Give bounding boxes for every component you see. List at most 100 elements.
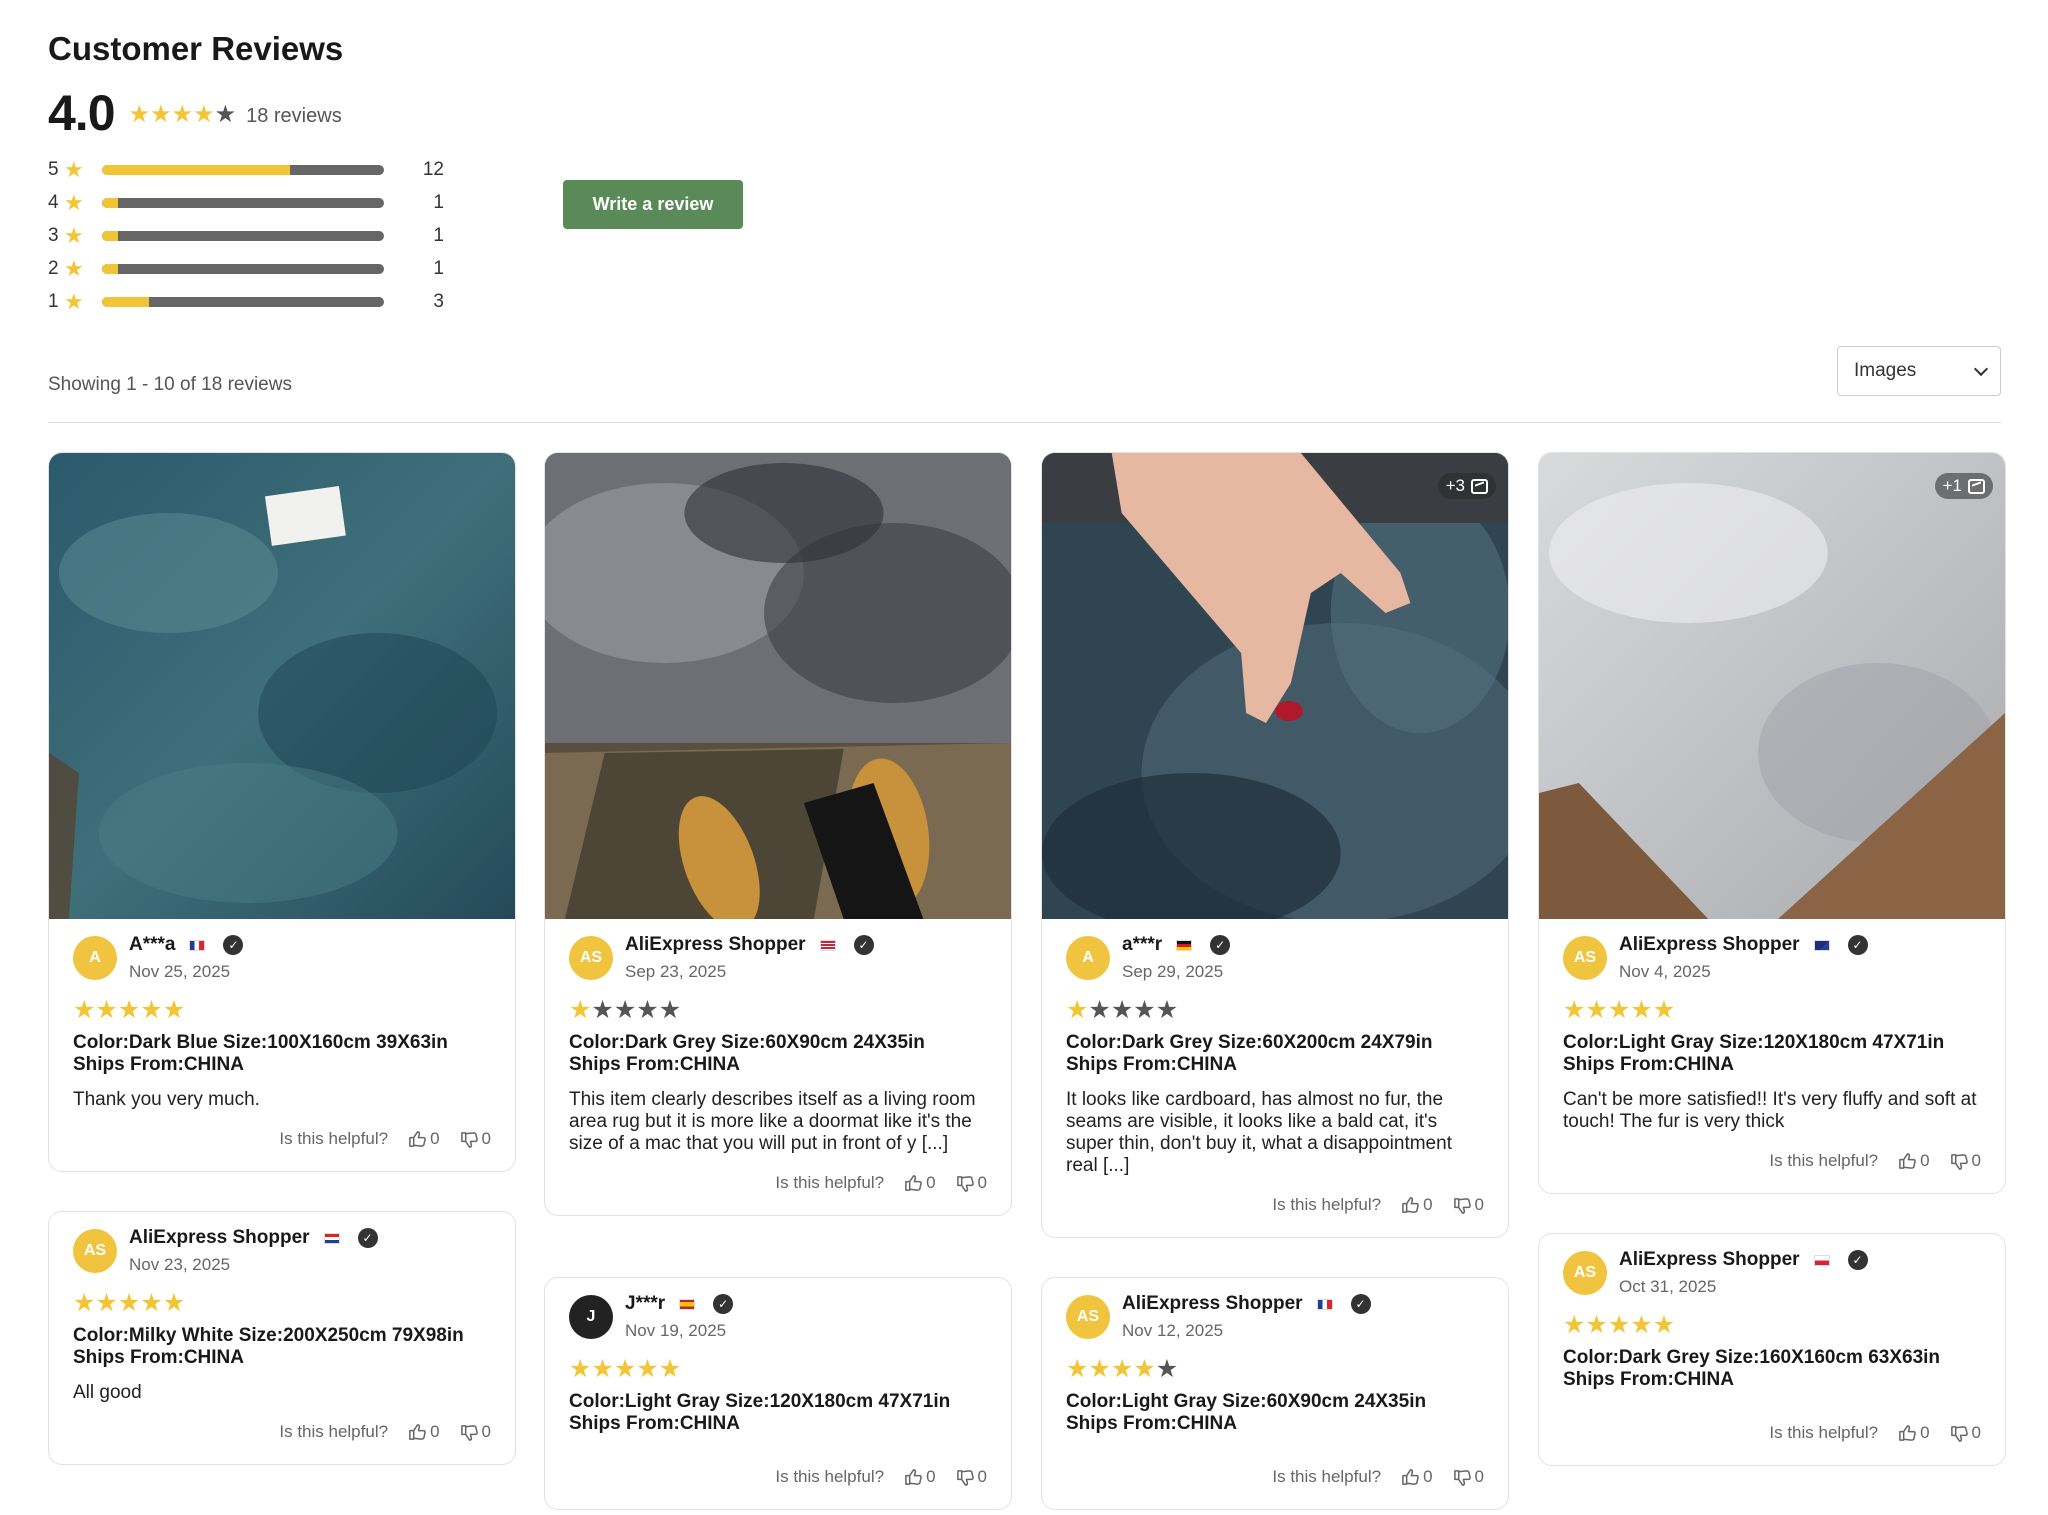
distribution-row[interactable]: 3 ★ 1 — [48, 219, 468, 252]
reviewer-name: AliExpress Shopper — [625, 934, 806, 955]
review-variant: Color:Light Gray Size:60X90cm 24X35in Shi… — [1066, 1391, 1484, 1435]
helpful-row: Is this helpful? 0 0 — [1066, 1195, 1484, 1215]
star-icon: ★ — [1607, 995, 1631, 1024]
helpful-no-count: 0 — [977, 1173, 987, 1192]
reviewer: AS AliExpress Shopper ✓ Nov 4, 2025 — [1563, 933, 1981, 982]
distribution-count: 12 — [422, 158, 444, 180]
helpful-no-button[interactable]: 0 — [956, 1173, 987, 1193]
reviewer: A A***a ✓ Nov 25, 2025 — [73, 933, 491, 982]
helpful-yes-button[interactable]: 0 — [1401, 1467, 1433, 1487]
helpful-yes-button[interactable]: 0 — [1898, 1423, 1930, 1443]
helpful-row: Is this helpful? 0 0 — [73, 1422, 491, 1442]
helpful-label: Is this helpful? — [1769, 1423, 1879, 1442]
ships-from: Ships From:CHINA — [1563, 1054, 1734, 1075]
reviewer-name-row: J***r ✓ — [625, 1292, 734, 1316]
distribution-bar — [102, 230, 384, 241]
distribution-label: 1 — [48, 290, 59, 312]
star-icon: ★ — [569, 995, 592, 1024]
review-stars: ★ ★ ★ ★ ★ — [1563, 995, 1981, 1024]
review-date: Oct 31, 2025 — [1619, 1277, 1717, 1296]
distribution-row[interactable]: 4 ★ 1 — [48, 186, 468, 219]
helpful-label: Is this helpful? — [775, 1173, 885, 1192]
helpful-no-button[interactable]: 0 — [1453, 1467, 1484, 1487]
average-score: 4.0 — [48, 85, 116, 141]
star-icon: ★ — [162, 1288, 186, 1317]
reviewer-info: AliExpress Shopper ✓ Sep 23, 2025 — [625, 933, 874, 982]
star-icon: ★ — [1066, 995, 1089, 1024]
thumbs-up-icon — [1402, 1196, 1419, 1213]
reviewer-name: AliExpress Shopper — [129, 1227, 310, 1248]
verified-check-icon: ✓ — [1847, 935, 1868, 955]
review-date: Nov 19, 2025 — [625, 1321, 727, 1340]
helpful-no-count: 0 — [1971, 1423, 1981, 1442]
review-photo[interactable] — [49, 453, 515, 919]
review-photo-image — [545, 453, 1011, 919]
reviewer-info: AliExpress Shopper ✓ Oct 31, 2025 — [1619, 1248, 1868, 1297]
distribution-row[interactable]: 1 ★ 3 — [48, 285, 468, 318]
reviewer-info: a***r ✓ Sep 29, 2025 — [1122, 933, 1231, 982]
helpful-yes-button[interactable]: 0 — [408, 1422, 440, 1442]
star-icon: ★ — [64, 156, 84, 182]
distribution-bar-fill — [102, 263, 118, 274]
write-review-button[interactable]: Write a review — [563, 180, 743, 229]
review-variant: Color:Light Gray Size:120X180cm 47X71in S… — [569, 1391, 987, 1435]
country-flag-icon — [1316, 1298, 1333, 1310]
review-photo[interactable]: +3 — [1042, 453, 1508, 919]
thumbs-up-icon — [409, 1130, 426, 1147]
thumbs-up-icon — [1899, 1152, 1916, 1169]
star-icon: ★ — [1155, 1354, 1179, 1383]
helpful-label: Is this helpful? — [279, 1422, 389, 1441]
verified-check-icon: ✓ — [1350, 1294, 1371, 1314]
helpful-yes-button[interactable]: 0 — [408, 1129, 440, 1149]
review-text: Can't be more satisfied!! It's very fluf… — [1563, 1089, 1977, 1132]
helpful-no-button[interactable]: 0 — [1453, 1195, 1484, 1215]
review-photo[interactable] — [545, 453, 1011, 919]
ships-from: Ships From:CHINA — [569, 1054, 740, 1075]
helpful-yes-button[interactable]: 0 — [904, 1173, 936, 1193]
variant-spec: Color:Light Gray Size:120X180cm 47X71in — [1563, 1032, 1945, 1053]
distribution-bar-fill — [102, 230, 118, 241]
helpful-no-button[interactable]: 0 — [460, 1422, 491, 1442]
country-flag-icon — [1176, 939, 1193, 951]
distribution-bar — [102, 197, 384, 208]
helpful-label: Is this helpful? — [775, 1467, 885, 1486]
helpful-row: Is this helpful? 0 0 — [1563, 1423, 1981, 1443]
review-stars: ★ ★ ★ ★ ★ — [1563, 1312, 1981, 1337]
helpful-no-button[interactable]: 0 — [956, 1467, 987, 1487]
distribution-row[interactable]: 5 ★ 12 — [48, 153, 468, 186]
helpful-no-button[interactable]: 0 — [1950, 1423, 1981, 1443]
helpful-yes-button[interactable]: 0 — [1401, 1195, 1433, 1215]
distribution-row[interactable]: 2 ★ 1 — [48, 252, 468, 285]
star-icon: ★ — [64, 255, 84, 281]
review-date: Nov 25, 2025 — [129, 962, 231, 981]
ships-from: Ships From:CHINA — [73, 1054, 244, 1075]
reviewer-name: AliExpress Shopper — [1122, 1293, 1303, 1314]
review-card: AS AliExpress Shopper ✓ Nov 23, 2025 ★ ★ ★ ★ ★ Co… — [48, 1211, 516, 1465]
review-photo-image — [49, 453, 515, 919]
star-icon: ★ — [1110, 1354, 1134, 1383]
helpful-yes-button[interactable]: 0 — [904, 1467, 936, 1487]
thumbs-up-icon — [409, 1423, 426, 1440]
more-photos-badge[interactable]: +3 — [1437, 473, 1496, 499]
reviewer-info: AliExpress Shopper ✓ Nov 23, 2025 — [129, 1226, 378, 1275]
star-icon: ★ — [193, 101, 215, 128]
review-variant: Color:Light Gray Size:120X180cm 47X71in S… — [1563, 1032, 1981, 1076]
helpful-label: Is this helpful? — [1272, 1195, 1382, 1214]
helpful-no-button[interactable]: 0 — [1950, 1151, 1981, 1171]
review-photo[interactable]: +1 — [1539, 453, 2005, 919]
helpful-yes-button[interactable]: 0 — [1898, 1151, 1930, 1171]
distribution-count: 1 — [433, 191, 444, 213]
filter-dropdown[interactable]: Images — [1837, 346, 2001, 396]
star-icon: ★ — [117, 995, 141, 1024]
thumbs-up-icon — [1402, 1468, 1419, 1485]
distribution-count: 3 — [433, 290, 444, 312]
review-text: This item clearly describes itself as a … — [569, 1089, 976, 1154]
helpful-no-count: 0 — [977, 1467, 987, 1486]
star-icon: ★ — [591, 995, 614, 1024]
review-text: All good — [73, 1382, 142, 1403]
helpful-yes-count: 0 — [430, 1129, 440, 1148]
reviewer-info: A***a ✓ Nov 25, 2025 — [129, 933, 244, 982]
helpful-no-button[interactable]: 0 — [460, 1129, 491, 1149]
reviewer: J J***r ✓ Nov 19, 2025 — [569, 1292, 987, 1341]
more-photos-badge[interactable]: +1 — [1934, 473, 1993, 499]
